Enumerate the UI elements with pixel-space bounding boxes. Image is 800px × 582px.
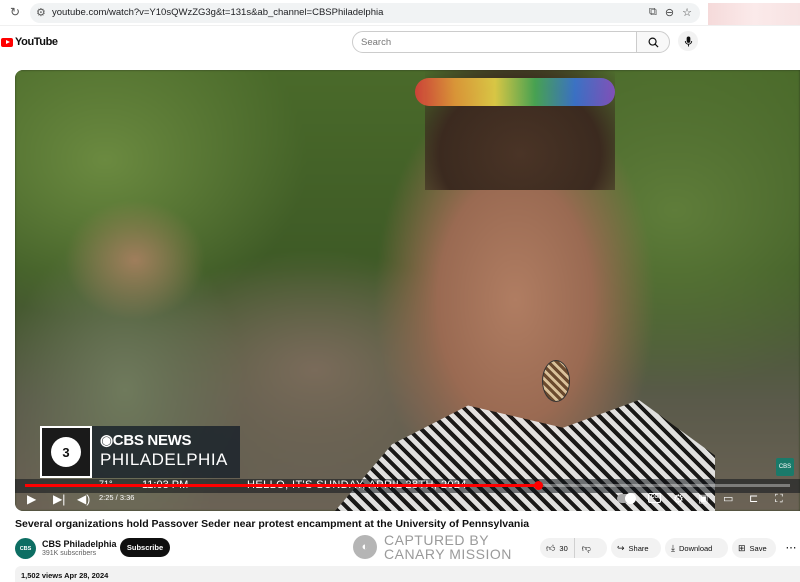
youtube-header: YouTube bbox=[0, 26, 800, 60]
url-text[interactable]: youtube.com/watch?v=Y10sQWzZG3g&t=131s&a… bbox=[52, 7, 383, 18]
next-video-icon[interactable]: ▶| bbox=[53, 492, 65, 506]
video-subject-earring bbox=[542, 360, 570, 402]
video-player[interactable]: 3 ◉CBS NEWS PHILADELPHIA 71° 11:03 PM HE… bbox=[15, 70, 800, 511]
cbs3-logo: 3 bbox=[40, 426, 92, 478]
video-subject-sunglasses bbox=[415, 78, 615, 106]
more-actions-icon[interactable]: ⋯ bbox=[782, 538, 800, 558]
autoplay-toggle[interactable] bbox=[617, 493, 636, 504]
browser-profile-area bbox=[708, 3, 800, 25]
like-count: 30 bbox=[559, 543, 568, 553]
network-banner: ◉CBS NEWS PHILADELPHIA bbox=[92, 426, 240, 478]
watermark: ◐ CAPTURED BY CANARY MISSION bbox=[353, 533, 512, 561]
player-controls: ▶ ▶| ◀) 2:25 / 3:36 CC ⚙ ▣ ▭ ⊏ ⛶ bbox=[15, 489, 800, 511]
video-title: Several organizations hold Passover Sede… bbox=[15, 518, 530, 530]
youtube-play-logo-icon bbox=[1, 37, 13, 47]
watermark-line-1: CAPTURED BY bbox=[384, 532, 490, 548]
settings-gear-icon[interactable]: ⚙ bbox=[673, 492, 684, 506]
subscriber-count: 391K subscribers bbox=[42, 550, 97, 557]
share-arrow-icon: ↪ bbox=[617, 542, 625, 553]
network-name: ◉CBS NEWS bbox=[100, 431, 232, 449]
thumbs-up-icon: 👍︎ bbox=[546, 542, 556, 553]
save-label: Save bbox=[749, 543, 767, 553]
search-input[interactable] bbox=[352, 31, 637, 53]
progress-bar[interactable] bbox=[25, 481, 790, 490]
search-bar bbox=[352, 31, 670, 53]
subscribe-button[interactable]: Subscribe bbox=[120, 538, 170, 557]
like-button[interactable]: 👍︎ 30 bbox=[540, 538, 575, 558]
cbs-eye-logo-icon: 3 bbox=[51, 437, 81, 467]
station-bug-icon: CBS bbox=[776, 458, 794, 476]
dislike-button[interactable]: 👎︎ bbox=[575, 543, 598, 554]
thumbs-down-icon: 👎︎ bbox=[581, 542, 591, 553]
install-app-icon[interactable]: ⧉ bbox=[649, 6, 657, 19]
views-and-date: 1,502 views Apr 28, 2024 bbox=[21, 571, 109, 580]
channel-avatar[interactable]: CBS bbox=[15, 538, 36, 559]
channel-name[interactable]: CBS Philadelphia bbox=[42, 539, 117, 549]
youtube-logo[interactable]: YouTube bbox=[1, 36, 58, 48]
search-icon bbox=[648, 37, 659, 48]
save-playlist-icon: ⊞ bbox=[738, 542, 746, 553]
fullscreen-icon[interactable]: ⛶ bbox=[775, 492, 783, 506]
share-label: Share bbox=[628, 543, 649, 553]
time-display: 2:25 / 3:36 bbox=[99, 493, 135, 502]
play-icon[interactable]: ▶ bbox=[27, 492, 36, 506]
site-settings-icon[interactable]: ⚙ bbox=[36, 6, 46, 19]
canary-mission-logo-icon: ◐ bbox=[353, 535, 377, 559]
network-city: PHILADELPHIA bbox=[100, 450, 228, 469]
address-bar[interactable]: ⚙ youtube.com/watch?v=Y10sQWzZG3g&t=131s… bbox=[30, 3, 700, 23]
save-button[interactable]: ⊞ Save bbox=[732, 538, 776, 558]
zoom-icon[interactable]: ⊖ bbox=[665, 6, 674, 19]
youtube-logo-text: YouTube bbox=[15, 36, 58, 48]
watermark-line-2: CANARY MISSION bbox=[384, 546, 512, 562]
download-label: Download bbox=[678, 543, 713, 553]
browser-toolbar: ↻ ⚙ youtube.com/watch?v=Y10sQWzZG3g&t=13… bbox=[0, 0, 800, 26]
theater-mode-icon[interactable]: ▭ bbox=[723, 492, 733, 506]
progress-played bbox=[25, 484, 539, 487]
captions-icon[interactable]: CC bbox=[648, 493, 661, 503]
news-lower-third: 3 ◉CBS NEWS PHILADELPHIA bbox=[40, 426, 240, 478]
download-button[interactable]: ⤓ Download bbox=[665, 538, 728, 558]
network-name-text: CBS NEWS bbox=[112, 432, 192, 449]
reload-icon[interactable]: ↻ bbox=[8, 5, 22, 19]
address-bar-tools: ⧉ ⊖ ☆ bbox=[649, 6, 692, 19]
description-box[interactable]: 1,502 views Apr 28, 2024 bbox=[15, 566, 800, 582]
bookmark-star-icon[interactable]: ☆ bbox=[682, 6, 692, 19]
miniplayer-icon[interactable]: ▣ bbox=[698, 492, 708, 506]
search-button[interactable] bbox=[636, 31, 670, 53]
cbs-eye-small-icon: ◉ bbox=[100, 432, 113, 449]
share-button[interactable]: ↪ Share bbox=[611, 538, 661, 558]
volume-icon[interactable]: ◀) bbox=[77, 492, 90, 506]
microphone-icon bbox=[684, 35, 692, 47]
like-dislike-group: 👍︎ 30 👎︎ bbox=[540, 538, 607, 558]
download-icon: ⤓ bbox=[671, 542, 675, 553]
voice-search-button[interactable] bbox=[678, 31, 698, 51]
cast-icon[interactable]: ⊏ bbox=[749, 492, 758, 506]
watermark-text: CAPTURED BY CANARY MISSION bbox=[384, 533, 512, 561]
